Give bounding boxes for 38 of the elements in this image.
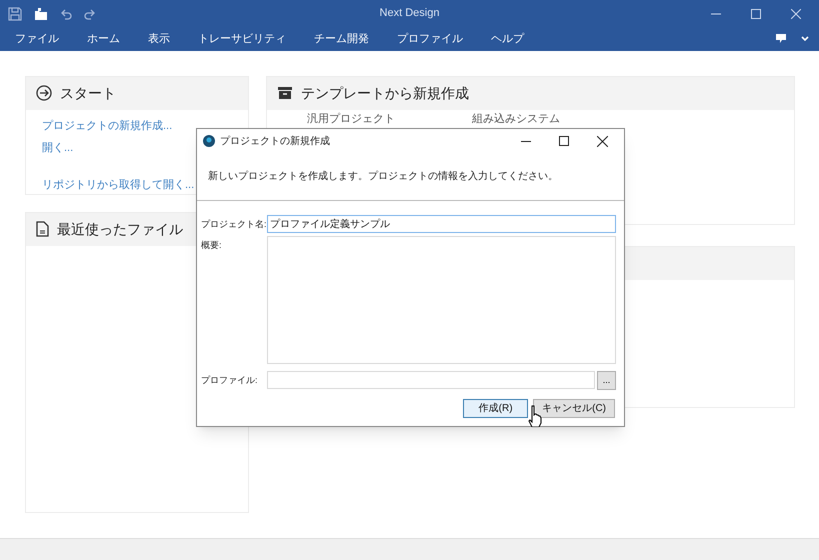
field-label: プロファイル: <box>201 374 259 386</box>
dialog-button[interactable]: キャンセル(C) <box>533 399 615 418</box>
input-field[interactable] <box>267 371 595 389</box>
save-icon[interactable] <box>8 6 22 21</box>
menu-item[interactable]: ファイル <box>15 30 59 48</box>
menu-item[interactable]: プロファイル <box>397 30 463 48</box>
document-icon <box>36 221 49 238</box>
undo-icon[interactable] <box>60 8 72 20</box>
card-title: 最近使ったファイル <box>57 220 183 239</box>
template-item[interactable]: 組み込みシステム <box>472 112 560 126</box>
close-icon[interactable] <box>597 136 608 146</box>
dialog-button[interactable]: 作成(R) <box>463 399 528 418</box>
comment-icon[interactable] <box>775 33 787 44</box>
dialog-title: プロジェクトの新規作成 <box>220 134 330 148</box>
menu-item[interactable]: トレーサビリティ <box>198 30 286 48</box>
browse-button[interactable]: ... <box>597 371 616 390</box>
input-field[interactable]: プロファイル定義サンプル <box>267 215 616 233</box>
menu-item[interactable]: ホーム <box>87 30 120 48</box>
window-title: Next Design <box>380 6 440 22</box>
menu-item[interactable]: ヘルプ <box>491 30 524 48</box>
redo-icon[interactable] <box>84 8 96 20</box>
link[interactable]: 開く... <box>42 140 74 157</box>
card-title: テンプレートから新規作成 <box>301 84 469 103</box>
folder-icon[interactable] <box>34 6 48 21</box>
link[interactable]: リポジトリから取得して開く... <box>42 176 194 194</box>
arrow-circle-icon <box>36 85 52 102</box>
field-label: 概要: <box>201 239 223 251</box>
dialog-message: 新しいプロジェクトを作成します。プロジェクトの情報を入力してください。 <box>208 170 558 184</box>
chevron-down-icon[interactable] <box>801 36 809 42</box>
app-logo-icon <box>203 135 215 147</box>
template-item[interactable]: 汎用プロジェクト <box>307 112 472 126</box>
maximize-icon[interactable] <box>559 136 569 146</box>
menu-item[interactable]: チーム開発 <box>314 30 369 48</box>
archive-icon <box>277 86 293 100</box>
card-title: スタート <box>60 84 116 103</box>
link[interactable]: プロジェクトの新規作成... <box>42 118 172 134</box>
menu-item[interactable]: 表示 <box>148 30 170 48</box>
field-label: プロジェクト名: <box>201 218 267 230</box>
